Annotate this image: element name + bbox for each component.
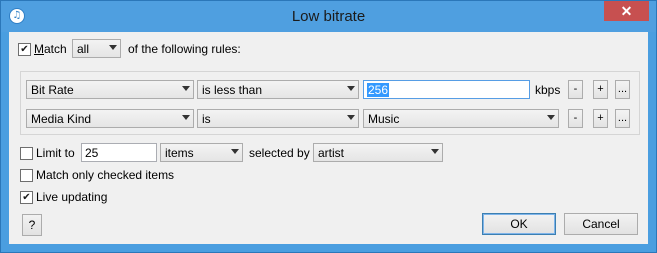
dialog-body: Match all of the following rules: Bit Ra…: [9, 32, 648, 244]
chevron-down-icon: [431, 149, 439, 154]
smart-playlist-dialog: ♫ Low bitrate ✕ Match all of the followi…: [0, 0, 657, 253]
rule-2-more-button[interactable]: ...: [615, 109, 630, 128]
rule-1-add-button[interactable]: +: [593, 80, 608, 99]
match-checked-only-label: Match only checked items: [36, 168, 175, 182]
chevron-down-icon: [547, 115, 555, 120]
close-button[interactable]: ✕: [604, 1, 649, 21]
chevron-down-icon: [109, 45, 117, 50]
chevron-down-icon: [231, 149, 239, 154]
limit-count-value: 25: [85, 146, 99, 160]
match-label: Match: [34, 42, 67, 56]
rule-1-unit-label: kbps: [535, 83, 561, 97]
rule-2-field-select[interactable]: Media Kind: [26, 109, 194, 128]
rule-2-value-select[interactable]: Music: [363, 109, 559, 128]
rule-1-value-input[interactable]: 256: [363, 80, 530, 99]
rule-2-operator-value: is: [202, 112, 211, 126]
rule-1-operator-value: is less than: [202, 83, 263, 97]
rule-1-remove-button[interactable]: -: [568, 80, 583, 99]
ok-button[interactable]: OK: [482, 213, 556, 235]
selected-by-value: artist: [318, 146, 345, 160]
match-checked-only-checkbox[interactable]: [20, 169, 33, 182]
rule-2-add-button[interactable]: +: [593, 109, 608, 128]
limit-unit-value: items: [165, 146, 194, 160]
selected-by-select[interactable]: artist: [313, 143, 443, 162]
title-bar: ♫ Low bitrate ✕: [1, 1, 656, 32]
rule-2-remove-button[interactable]: -: [568, 109, 583, 128]
match-suffix-label: of the following rules:: [128, 42, 241, 56]
rule-1-field-value: Bit Rate: [31, 83, 74, 97]
rules-panel: Bit Rate is less than 256 kbps - + ... M…: [20, 71, 640, 135]
match-scope-select[interactable]: all: [72, 39, 121, 58]
limit-count-input[interactable]: 25: [81, 143, 157, 162]
window-title: Low bitrate: [291, 8, 366, 25]
live-updating-label: Live updating: [36, 190, 108, 204]
limit-checkbox[interactable]: [20, 147, 33, 160]
help-button[interactable]: ?: [22, 214, 42, 236]
rule-1-field-select[interactable]: Bit Rate: [26, 80, 194, 99]
rule-2-operator-select[interactable]: is: [197, 109, 359, 128]
chevron-down-icon: [347, 86, 355, 91]
chevron-down-icon: [347, 115, 355, 120]
match-checkbox[interactable]: [18, 43, 31, 56]
selected-by-label: selected by: [249, 146, 310, 160]
chevron-down-icon: [182, 115, 190, 120]
live-updating-checkbox[interactable]: [20, 191, 33, 204]
cancel-button[interactable]: Cancel: [564, 213, 638, 235]
chevron-down-icon: [182, 86, 190, 91]
close-icon: ✕: [620, 3, 633, 19]
rule-2-field-value: Media Kind: [31, 112, 92, 126]
match-label-rest: atch: [44, 42, 67, 56]
rule-1-value-text: 256: [367, 83, 390, 97]
rule-1-more-button[interactable]: ...: [615, 80, 630, 99]
match-scope-value: all: [77, 42, 90, 56]
rule-2-value: Music: [368, 112, 400, 126]
rule-1-operator-select[interactable]: is less than: [197, 80, 359, 99]
limit-unit-select[interactable]: items: [160, 143, 243, 162]
limit-label: Limit to: [36, 146, 75, 160]
